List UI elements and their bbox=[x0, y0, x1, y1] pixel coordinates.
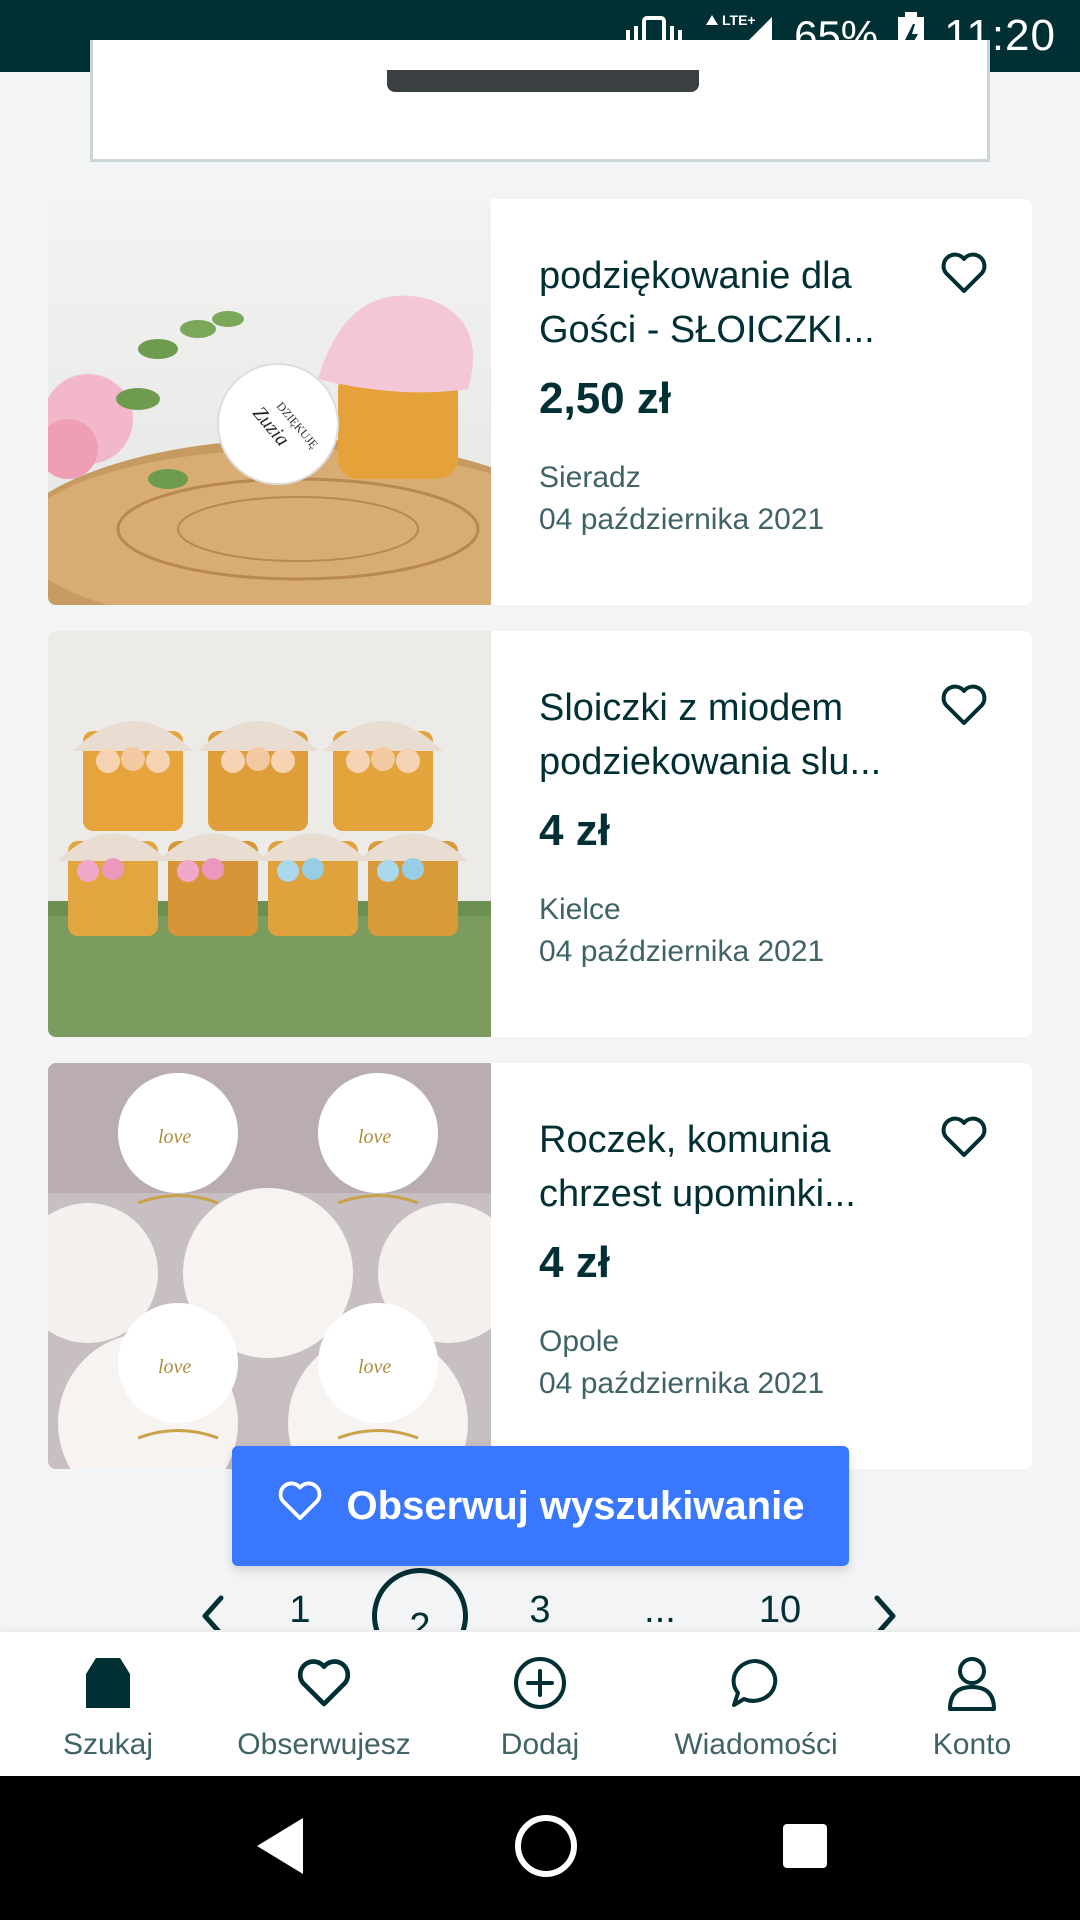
nav-label: Szukaj bbox=[62, 1728, 154, 1761]
listing-info: Sloiczki z miodem podziekowania slu... 4… bbox=[491, 631, 1032, 1037]
nav-label: Obserwujesz bbox=[237, 1728, 411, 1761]
listing-location: Opole bbox=[539, 1325, 620, 1358]
person-icon bbox=[946, 1650, 998, 1716]
follow-search-button[interactable]: Obserwuj wyszukiwanie bbox=[232, 1446, 849, 1566]
chevron-left-icon[interactable] bbox=[173, 1560, 253, 1630]
svg-text:love: love bbox=[358, 1126, 391, 1148]
listing-thumbnail[interactable]: love love love love bbox=[48, 1063, 491, 1469]
listing-date: 04 października 2021 bbox=[539, 935, 825, 968]
listing-price: 4 zł bbox=[539, 1238, 610, 1287]
system-navigation-bar bbox=[0, 1776, 1080, 1920]
page-2-current[interactable]: 2 bbox=[372, 1568, 468, 1630]
heart-icon[interactable] bbox=[940, 251, 988, 295]
listing-thumbnail[interactable]: DZIĘKUJĘ Zuzia bbox=[48, 199, 491, 605]
previous-card-fragment bbox=[90, 40, 990, 162]
page-3[interactable]: 3 bbox=[500, 1560, 580, 1630]
nav-item-konto[interactable]: Konto bbox=[864, 1632, 1080, 1776]
follow-search-label: Obserwuj wyszukiwanie bbox=[346, 1483, 805, 1528]
listing-info: Roczek, komunia chrzest upominki... 4 zł… bbox=[491, 1063, 1032, 1469]
svg-text:love: love bbox=[358, 1356, 391, 1378]
heart-icon[interactable] bbox=[940, 683, 988, 727]
page-1[interactable]: 1 bbox=[260, 1560, 340, 1630]
heart-icon[interactable] bbox=[940, 1115, 988, 1159]
listing-location: Sieradz bbox=[539, 461, 641, 494]
listing-card[interactable]: love love love love Roczek, komunia chrz… bbox=[48, 1063, 1032, 1469]
bottom-navigation: Szukaj Obserwujesz Dodaj Wiadomości Kont… bbox=[0, 1632, 1080, 1776]
listing-date: 04 października 2021 bbox=[539, 1367, 825, 1400]
nav-label: Dodaj bbox=[500, 1728, 580, 1761]
back-icon[interactable] bbox=[251, 1814, 311, 1883]
nav-item-dodaj[interactable]: Dodaj bbox=[432, 1632, 648, 1776]
listing-card[interactable]: DZIĘKUJĘ Zuzia podziękowanie dla Gości -… bbox=[48, 199, 1032, 605]
heart-icon bbox=[296, 1650, 352, 1716]
page-ellipsis: ... bbox=[644, 1589, 676, 1630]
nav-label: Konto bbox=[932, 1728, 1012, 1761]
listing-price: 4 zł bbox=[539, 806, 610, 855]
home-button-icon[interactable] bbox=[512, 1812, 580, 1885]
page-10[interactable]: 10 bbox=[740, 1560, 820, 1630]
listing-date: 04 października 2021 bbox=[539, 503, 825, 536]
pagination: 1 2 3 ... 10 bbox=[0, 1560, 1080, 1630]
chevron-right-icon[interactable] bbox=[845, 1560, 925, 1630]
svg-text:love: love bbox=[158, 1356, 191, 1378]
chat-bubble-icon bbox=[728, 1650, 784, 1716]
home-icon bbox=[82, 1650, 134, 1716]
nav-item-szukaj[interactable]: Szukaj bbox=[0, 1632, 216, 1776]
recents-icon[interactable] bbox=[781, 1822, 829, 1875]
listing-card[interactable]: Sloiczki z miodem podziekowania slu... 4… bbox=[48, 631, 1032, 1037]
listing-location: Kielce bbox=[539, 893, 621, 926]
listing-price: 2,50 zł bbox=[539, 374, 672, 423]
svg-text:LTE+: LTE+ bbox=[722, 12, 756, 28]
nav-label: Wiadomości bbox=[674, 1728, 838, 1761]
listing-info: podziękowanie dla Gości - SŁOICZKI... 2,… bbox=[491, 199, 1032, 605]
listing-title[interactable]: podziękowanie dla Gości - SŁOICZKI... bbox=[539, 249, 922, 357]
nav-item-obserwujesz[interactable]: Obserwujesz bbox=[216, 1632, 432, 1776]
plus-circle-icon bbox=[512, 1650, 568, 1716]
listing-title[interactable]: Sloiczki z miodem podziekowania slu... bbox=[539, 681, 922, 789]
listing-thumbnail[interactable] bbox=[48, 631, 491, 1037]
svg-text:love: love bbox=[158, 1126, 191, 1148]
listing-title[interactable]: Roczek, komunia chrzest upominki... bbox=[539, 1113, 922, 1221]
heart-icon bbox=[277, 1480, 323, 1532]
nav-item-wiadomosci[interactable]: Wiadomości bbox=[648, 1632, 864, 1776]
toast-fragment bbox=[387, 70, 699, 92]
